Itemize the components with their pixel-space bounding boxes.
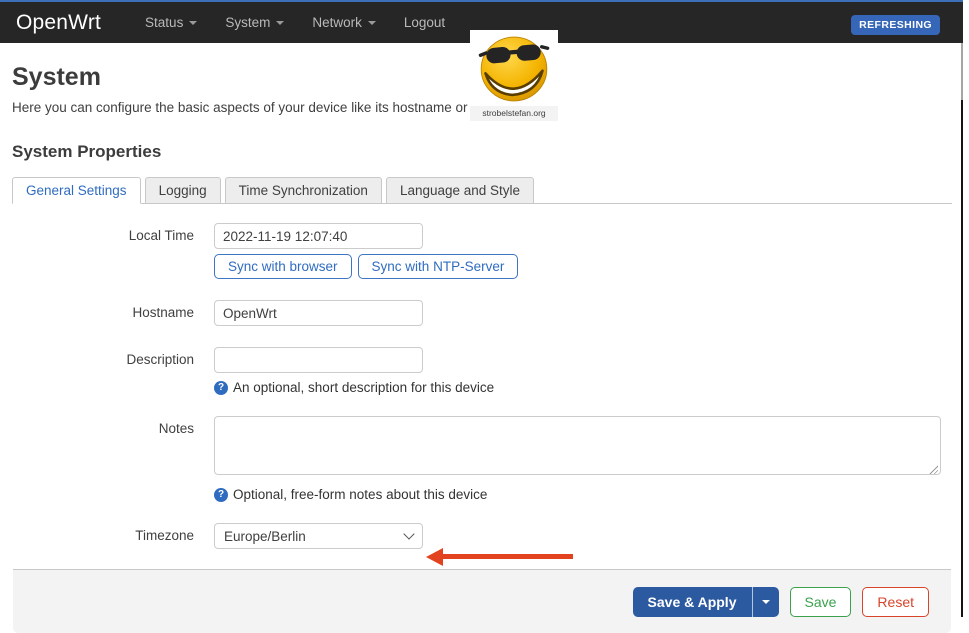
tab-logging[interactable]: Logging — [145, 177, 221, 204]
description-row: Description ? An optional, short descrip… — [12, 347, 952, 395]
footer-action-bar: Save & Apply Save Reset — [13, 569, 951, 633]
save-apply-split-button: Save & Apply — [633, 587, 779, 617]
main-content: System Here you can configure the basic … — [0, 43, 958, 633]
timezone-selected-value: Europe/Berlin — [224, 529, 306, 544]
timezone-label: Timezone — [12, 523, 214, 543]
description-help-text: An optional, short description for this … — [233, 380, 494, 395]
notes-label: Notes — [12, 416, 214, 436]
sunglasses-smiley-icon — [476, 32, 552, 106]
nav-item-status[interactable]: Status — [131, 9, 211, 36]
nav-item-label: System — [225, 15, 270, 30]
nav-item-label: Network — [312, 15, 362, 30]
reset-button[interactable]: Reset — [862, 587, 929, 617]
description-help: ? An optional, short description for thi… — [214, 380, 952, 395]
caret-down-icon — [189, 21, 197, 25]
notes-help: ? Optional, free-form notes about this d… — [214, 487, 952, 502]
tab-bar: General Settings Logging Time Synchroniz… — [12, 177, 952, 204]
scrollbar[interactable] — [961, 43, 963, 617]
brand-logo[interactable]: OpenWrt — [16, 11, 101, 35]
timezone-select[interactable]: Europe/Berlin — [214, 523, 423, 549]
caret-down-icon — [368, 21, 376, 25]
nav-item-logout[interactable]: Logout — [390, 9, 459, 36]
nav-item-network[interactable]: Network — [298, 9, 390, 36]
save-apply-dropdown-button[interactable] — [752, 587, 779, 617]
local-time-label: Local Time — [12, 223, 214, 243]
tab-general-settings[interactable]: General Settings — [12, 177, 141, 204]
local-time-input[interactable] — [214, 223, 423, 249]
watermark-caption: strobelstefan.org — [470, 106, 558, 121]
caret-down-icon — [762, 600, 770, 604]
help-question-icon: ? — [214, 381, 228, 395]
hostname-input[interactable] — [214, 300, 423, 326]
nav-item-label: Status — [145, 15, 183, 30]
hostname-label: Hostname — [12, 300, 214, 320]
notes-help-text: Optional, free-form notes about this dev… — [233, 487, 487, 502]
nav-menu: Status System Network Logout — [131, 9, 459, 36]
notes-row: Notes ? Optional, free-form notes about … — [12, 416, 952, 502]
sync-with-ntp-server-button[interactable]: Sync with NTP-Server — [358, 254, 519, 279]
general-settings-form: Local Time Sync with browser Sync with N… — [12, 223, 952, 549]
section-title: System Properties — [12, 142, 952, 162]
save-apply-button[interactable]: Save & Apply — [633, 587, 752, 617]
refreshing-status-badge: REFRESHING — [851, 15, 940, 35]
hostname-row: Hostname — [12, 300, 952, 326]
timezone-row: Timezone Europe/Berlin — [12, 523, 952, 549]
nav-item-label: Logout — [404, 15, 445, 30]
description-label: Description — [12, 347, 214, 367]
watermark-image: strobelstefan.org — [470, 30, 558, 122]
chevron-down-icon — [403, 528, 414, 539]
nav-item-system[interactable]: System — [211, 9, 298, 36]
tab-language-and-style[interactable]: Language and Style — [386, 177, 534, 204]
arrow-head — [426, 548, 443, 566]
caret-down-icon — [276, 21, 284, 25]
help-question-icon: ? — [214, 488, 228, 502]
sync-with-browser-button[interactable]: Sync with browser — [214, 254, 352, 279]
arrow-shaft — [442, 554, 573, 559]
tab-time-synchronization[interactable]: Time Synchronization — [225, 177, 382, 204]
description-input[interactable] — [214, 347, 423, 373]
notes-textarea[interactable] — [214, 416, 941, 475]
local-time-row: Local Time Sync with browser Sync with N… — [12, 223, 952, 279]
save-button[interactable]: Save — [790, 587, 852, 617]
